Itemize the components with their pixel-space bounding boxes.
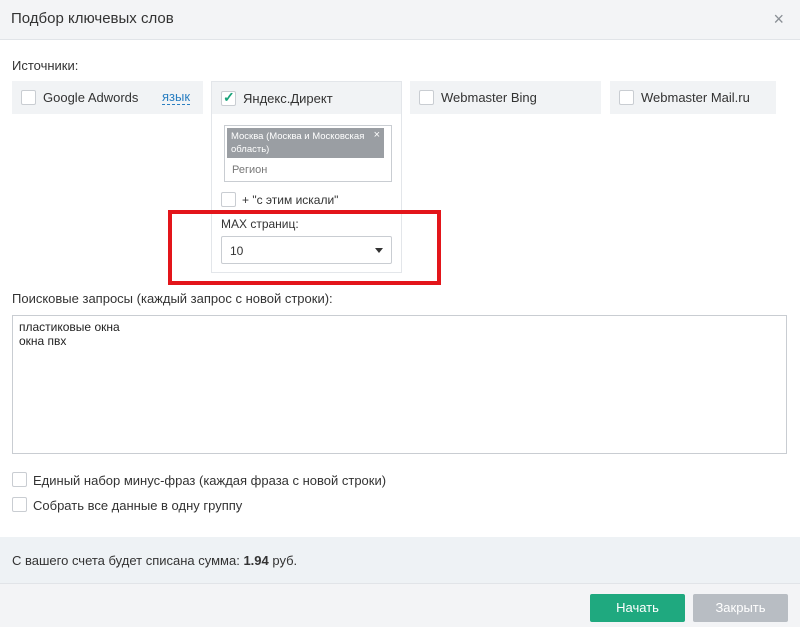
remove-tag-icon[interactable]: × bbox=[374, 129, 380, 142]
yandex-direct-checkbox[interactable]: ✓ bbox=[221, 89, 236, 106]
webmaster-bing-label: Webmaster Bing bbox=[441, 90, 537, 105]
cost-bar: С вашего счета будет списана сумма: 1.94… bbox=[0, 537, 800, 583]
google-adwords-checkbox[interactable] bbox=[21, 90, 36, 105]
source-yandex-direct-panel: ✓ Яндекс.Директ Москва (Москва и Московс… bbox=[211, 81, 402, 273]
negative-phrases-checkbox[interactable] bbox=[12, 472, 27, 487]
close-button[interactable]: Закрыть bbox=[693, 594, 788, 622]
webmaster-bing-checkbox[interactable] bbox=[419, 90, 434, 105]
single-group-label: Собрать все данные в одну группу bbox=[33, 498, 243, 513]
queries-textarea[interactable]: пластиковые окна окна пвх bbox=[12, 315, 787, 454]
cost-prefix: С вашего счета будет списана сумма: bbox=[12, 553, 244, 568]
source-google-adwords[interactable]: Google Adwords язык bbox=[12, 81, 203, 114]
language-link[interactable]: язык bbox=[162, 90, 191, 105]
region-tag: Москва (Москва и Московская область) × bbox=[227, 128, 384, 158]
cost-amount: 1.94 bbox=[243, 553, 269, 568]
region-placeholder: Регион bbox=[232, 164, 268, 176]
source-yandex-direct[interactable]: ✓ Яндекс.Директ bbox=[212, 82, 401, 114]
google-adwords-label: Google Adwords bbox=[43, 90, 139, 105]
cost-text: С вашего счета будет списана сумма: 1.94… bbox=[12, 553, 297, 568]
region-input[interactable]: Москва (Москва и Московская область) × Р… bbox=[224, 125, 392, 182]
close-icon[interactable]: × bbox=[773, 9, 784, 29]
single-group-checkbox[interactable] bbox=[12, 497, 27, 512]
dialog-header: Подбор ключевых слов × bbox=[0, 0, 800, 40]
webmaster-mailru-label: Webmaster Mail.ru bbox=[641, 90, 750, 105]
also-searched-checkbox[interactable] bbox=[221, 192, 236, 207]
yandex-direct-label: Яндекс.Директ bbox=[243, 91, 333, 106]
negative-phrases-label: Единый набор минус-фраз (каждая фраза с … bbox=[33, 473, 387, 488]
source-webmaster-mailru[interactable]: Webmaster Mail.ru bbox=[610, 81, 776, 114]
max-pages-value: 10 bbox=[230, 244, 244, 258]
source-webmaster-bing[interactable]: Webmaster Bing bbox=[410, 81, 601, 114]
checkmark-icon: ✓ bbox=[223, 89, 235, 105]
max-pages-label: MAX страниц: bbox=[221, 217, 299, 231]
webmaster-mailru-checkbox[interactable] bbox=[619, 90, 634, 105]
caret-down-icon bbox=[375, 248, 383, 253]
region-tag-label: Москва (Москва и Московская область) bbox=[231, 131, 365, 155]
dialog-footer: Начать Закрыть bbox=[0, 583, 800, 627]
sources-label: Источники: bbox=[12, 58, 79, 73]
max-pages-select[interactable]: 10 bbox=[221, 236, 392, 264]
also-searched-label: + "с этим искали" bbox=[242, 193, 339, 207]
start-button[interactable]: Начать bbox=[590, 594, 685, 622]
queries-label: Поисковые запросы (каждый запрос с новой… bbox=[12, 291, 333, 306]
cost-suffix: руб. bbox=[268, 553, 298, 568]
dialog-title: Подбор ключевых слов bbox=[11, 10, 174, 27]
